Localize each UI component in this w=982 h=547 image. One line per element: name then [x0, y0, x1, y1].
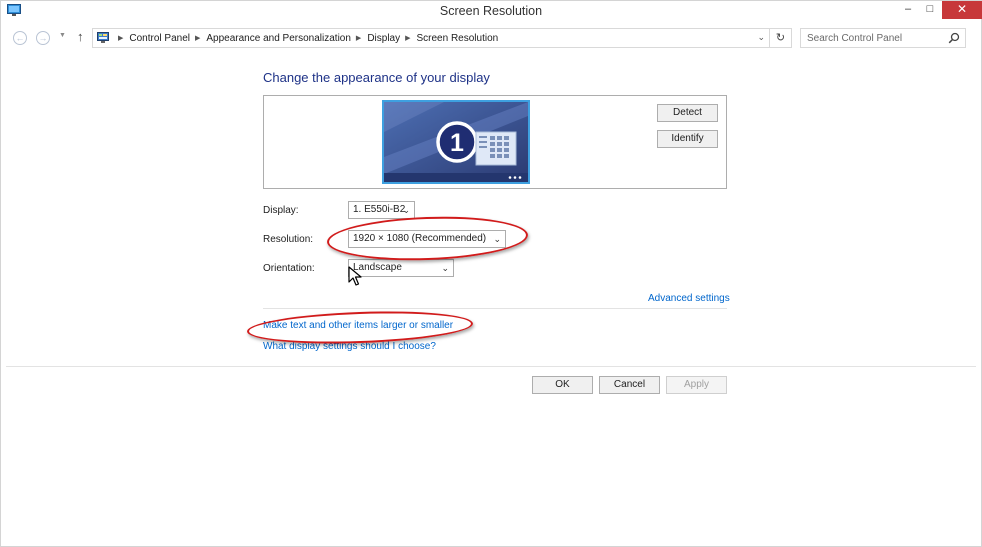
- apply-button[interactable]: Apply: [666, 376, 727, 394]
- text-size-link[interactable]: Make text and other items larger or smal…: [263, 320, 453, 331]
- footer-divider: [6, 366, 976, 367]
- window-title: Screen Resolution: [439, 4, 543, 18]
- recent-locations-chevron-icon[interactable]: ▼: [59, 32, 66, 39]
- mouse-pointer-icon: [348, 266, 362, 286]
- breadcrumb-control-panel[interactable]: Control Panel: [129, 33, 190, 44]
- search-box: [800, 28, 966, 48]
- search-icon[interactable]: [948, 32, 960, 44]
- minimize-button[interactable]: –: [898, 1, 918, 19]
- breadcrumb-screen-resolution[interactable]: Screen Resolution: [417, 33, 499, 44]
- orientation-label: Orientation:: [263, 263, 315, 274]
- advanced-settings-link[interactable]: Advanced settings: [648, 293, 730, 304]
- breadcrumb: ▶ Control Panel ▶ Appearance and Personaliz…: [113, 33, 498, 44]
- orientation-select[interactable]: Landscape ⌄: [348, 259, 454, 277]
- title-bar: Screen Resolution – □ ✕: [1, 1, 982, 21]
- ok-button[interactable]: OK: [532, 376, 593, 394]
- monitor-number: 1: [450, 129, 464, 157]
- chevron-down-icon: ⌄: [402, 205, 410, 215]
- cancel-button[interactable]: Cancel: [599, 376, 660, 394]
- display-help-link[interactable]: What display settings should I choose?: [263, 341, 436, 352]
- control-panel-icon: [97, 32, 109, 43]
- resolution-label: Resolution:: [263, 234, 314, 245]
- close-button[interactable]: ✕: [942, 1, 982, 19]
- up-arrow-icon[interactable]: ↑: [77, 29, 84, 44]
- display-select[interactable]: 1. E550i-B2 ⌄: [348, 201, 415, 219]
- resolution-select[interactable]: 1920 × 1080 (Recommended) ⌄: [348, 230, 506, 248]
- breadcrumb-display[interactable]: Display: [367, 33, 400, 44]
- forward-arrow-icon[interactable]: →: [36, 31, 50, 45]
- maximize-button[interactable]: □: [920, 1, 940, 19]
- navigation-bar: ← → ▼ ↑ ▶ Control Panel ▶ Appearance and Pe…: [1, 25, 981, 51]
- content-divider: [263, 308, 727, 309]
- refresh-icon[interactable]: ↻: [770, 28, 792, 48]
- identify-button[interactable]: Identify: [657, 130, 718, 148]
- resolution-select-value: 1920 × 1080 (Recommended): [353, 233, 487, 244]
- breadcrumb-separator-icon: ▶: [355, 35, 362, 42]
- display-select-value: 1. E550i-B2: [353, 204, 406, 215]
- breadcrumb-separator-icon: ▶: [405, 35, 411, 42]
- breadcrumb-separator-icon: ▶: [194, 35, 201, 42]
- breadcrumb-appearance[interactable]: Appearance and Personalization: [206, 33, 351, 44]
- breadcrumb-separator-icon: ▶: [118, 35, 124, 42]
- chevron-down-icon: ⌄: [493, 234, 501, 244]
- screen-resolution-window: Screen Resolution – □ ✕ ← → ▼ ↑ ▶ Control…: [0, 0, 982, 547]
- back-arrow-icon[interactable]: ←: [13, 31, 27, 45]
- monitor-preview-graphic: 1: [384, 102, 528, 182]
- search-input[interactable]: [801, 29, 941, 47]
- page-title: Change the appearance of your display: [263, 70, 490, 85]
- monitor-arrangement-panel: 1 Detect Identify: [263, 95, 727, 189]
- address-dropdown-chevron-icon[interactable]: ⌄: [757, 32, 765, 43]
- chevron-down-icon: ⌄: [441, 263, 449, 273]
- address-bar[interactable]: ▶ Control Panel ▶ Appearance and Personaliz…: [92, 28, 770, 48]
- display-label: Display:: [263, 205, 299, 216]
- detect-button[interactable]: Detect: [657, 104, 718, 122]
- monitor-1-tile[interactable]: 1: [382, 100, 530, 184]
